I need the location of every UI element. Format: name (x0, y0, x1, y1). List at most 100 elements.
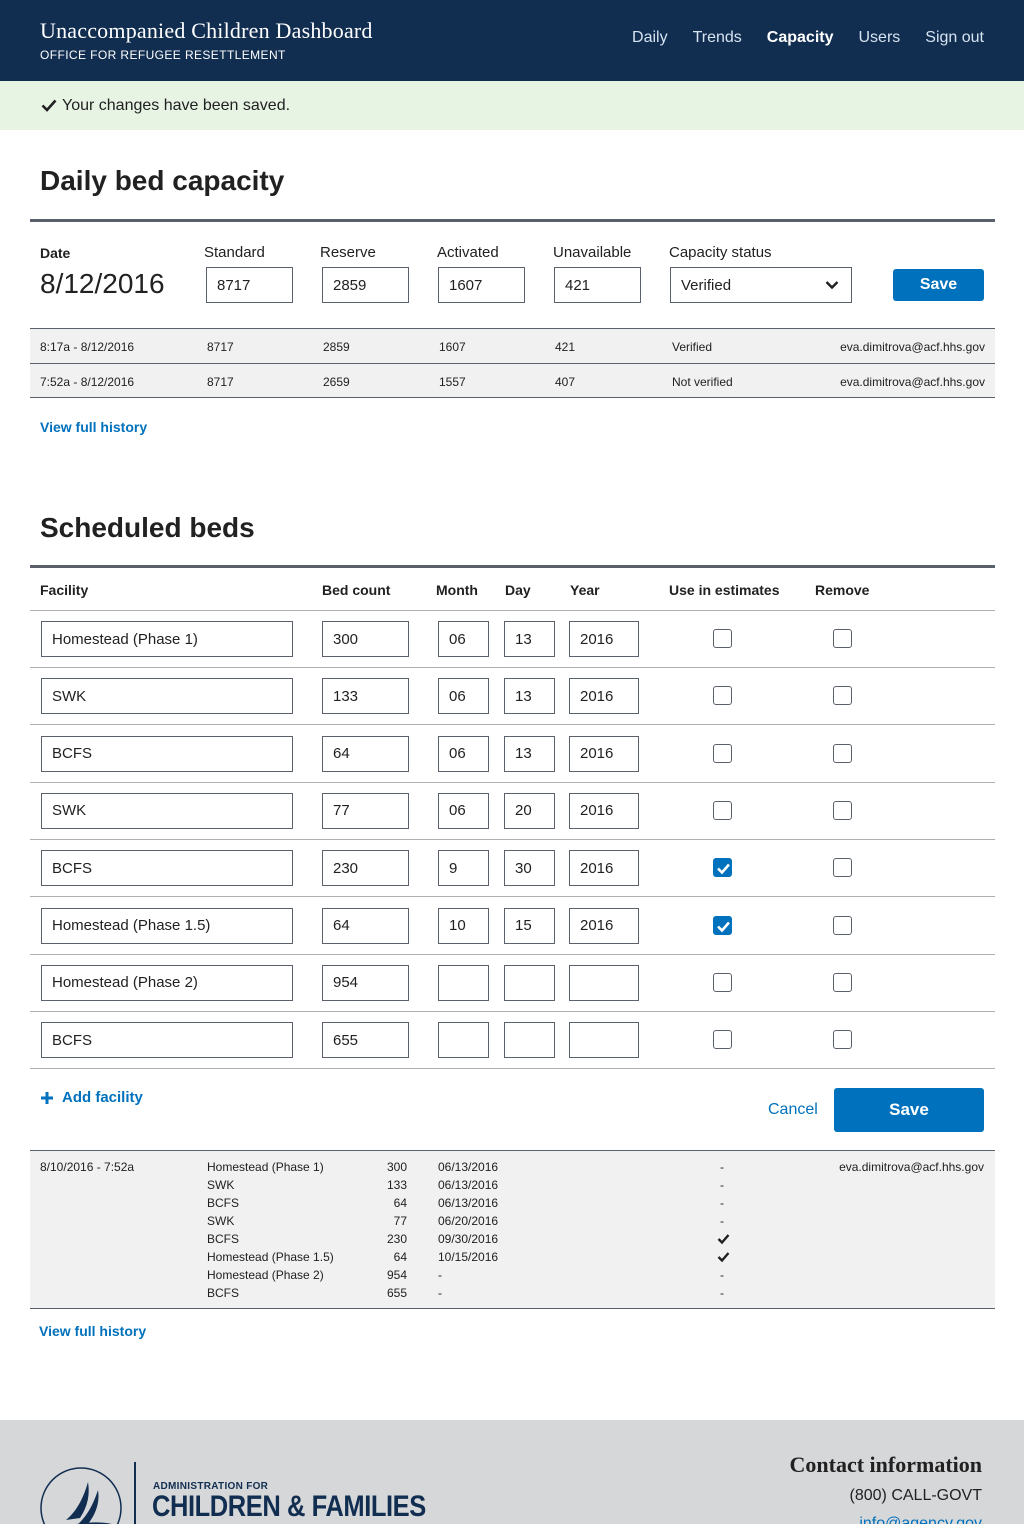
month-input[interactable]: 9 (438, 850, 489, 887)
day-input[interactable]: 15 (504, 907, 555, 944)
year-input[interactable] (569, 964, 639, 1001)
site-title[interactable]: Unaccompanied Children Dashboard (40, 18, 373, 44)
col-facility: Facility (40, 582, 89, 598)
row-divider (30, 781, 995, 783)
history-user: eva.dimitrova@acf.hhs.gov (840, 375, 985, 389)
bed-count-input[interactable]: 77 (322, 792, 409, 829)
col-bed-count: Bed count (322, 582, 391, 598)
bed-count-input[interactable]: 64 (322, 907, 409, 944)
bed-count-input[interactable]: 954 (322, 964, 409, 1001)
cancel-button[interactable]: Cancel (768, 1101, 818, 1119)
col-day: Day (505, 582, 531, 598)
use-in-estimates-checkbox[interactable] (713, 629, 732, 648)
contact-title: Contact information (789, 1452, 982, 1477)
bed-count-input[interactable]: 133 (322, 678, 409, 715)
year-input[interactable]: 2016 (569, 850, 639, 887)
history-beds: 300 (386, 1160, 407, 1174)
checkmark-icon (717, 1233, 730, 1248)
use-in-estimates-checkbox[interactable] (713, 858, 732, 878)
history-estimate: - (720, 1214, 724, 1228)
view-capacity-history-link[interactable]: View full history (40, 419, 147, 435)
bed-count-input[interactable]: 64 (322, 735, 409, 772)
bed-count-input[interactable]: 230 (322, 850, 409, 887)
use-in-estimates-checkbox[interactable] (713, 743, 732, 763)
bed-count-input[interactable]: 300 (322, 621, 409, 657)
facility-input[interactable]: BCFS (41, 735, 293, 772)
facility-input[interactable]: SWK (41, 792, 293, 829)
year-input[interactable]: 2016 (569, 678, 639, 715)
remove-checkbox[interactable] (833, 972, 852, 992)
nav-sign-out[interactable]: Sign out (925, 29, 984, 47)
history-entry: SWK 133 06/13/2016 - (30, 1178, 995, 1196)
remove-checkbox[interactable] (833, 1030, 852, 1050)
month-input[interactable]: 06 (438, 735, 489, 772)
remove-checkbox[interactable] (833, 629, 852, 648)
col-month: Month (436, 582, 478, 598)
add-facility-link[interactable]: Add facility (40, 1089, 143, 1106)
month-input[interactable]: 06 (438, 621, 489, 657)
month-input[interactable]: 06 (438, 678, 489, 715)
day-input[interactable]: 13 (504, 735, 555, 772)
nav-trends[interactable]: Trends (693, 29, 742, 47)
capacity-status-select[interactable]: Verified (670, 267, 852, 303)
day-input[interactable] (504, 964, 555, 1001)
activated-label: Activated (437, 244, 499, 261)
history-estimate: - (720, 1178, 724, 1192)
remove-checkbox[interactable] (833, 915, 852, 935)
month-input[interactable]: 06 (438, 792, 489, 829)
history-reserve: 2659 (323, 375, 350, 389)
remove-checkbox[interactable] (833, 800, 852, 820)
history-entry: BCFS 64 06/13/2016 - (30, 1196, 995, 1214)
year-input[interactable]: 2016 (569, 621, 639, 657)
remove-checkbox[interactable] (833, 743, 852, 763)
facility-input[interactable]: Homestead (Phase 2) (41, 964, 293, 1001)
activated-input[interactable]: 1607 (438, 267, 525, 303)
history-reserve: 2859 (323, 340, 350, 354)
facility-input[interactable]: Homestead (Phase 1) (41, 621, 293, 657)
history-facility: BCFS (207, 1286, 240, 1300)
month-input[interactable]: 10 (438, 907, 489, 944)
history-date: - (438, 1286, 442, 1300)
use-in-estimates-checkbox[interactable] (713, 686, 732, 706)
reserve-input[interactable]: 2859 (322, 267, 409, 303)
nav-users[interactable]: Users (859, 29, 901, 47)
add-facility-label: Add facility (62, 1089, 143, 1106)
day-input[interactable]: 30 (504, 850, 555, 887)
year-input[interactable]: 2016 (569, 735, 639, 772)
nav-capacity[interactable]: Capacity (767, 29, 834, 47)
day-input[interactable] (504, 1022, 555, 1059)
history-date: 06/20/2016 (438, 1214, 499, 1228)
save-scheduled-button[interactable]: Save (834, 1088, 984, 1132)
day-input[interactable]: 13 (504, 621, 555, 657)
row-divider (30, 896, 995, 898)
capacity-status-value: Verified (681, 276, 732, 294)
year-input[interactable]: 2016 (569, 907, 639, 944)
month-input[interactable] (438, 1022, 489, 1059)
history-date: 10/15/2016 (438, 1250, 499, 1264)
day-input[interactable]: 13 (504, 678, 555, 715)
day-input[interactable]: 20 (504, 792, 555, 829)
site-header: Unaccompanied Children Dashboard OFFICE … (0, 0, 1024, 81)
month-input[interactable] (438, 964, 489, 1001)
use-in-estimates-checkbox[interactable] (713, 1030, 732, 1050)
use-in-estimates-checkbox[interactable] (713, 915, 732, 935)
facility-input[interactable]: BCFS (41, 1022, 293, 1059)
facility-input[interactable]: SWK (41, 678, 293, 715)
section-rule (30, 219, 995, 222)
facility-input[interactable]: Homestead (Phase 1.5) (41, 907, 293, 944)
use-in-estimates-checkbox[interactable] (713, 972, 732, 992)
save-capacity-button[interactable]: Save (893, 269, 984, 301)
remove-checkbox[interactable] (833, 686, 852, 706)
bed-count-input[interactable]: 655 (322, 1022, 409, 1059)
remove-checkbox[interactable] (833, 858, 852, 878)
standard-input[interactable]: 8717 (206, 267, 293, 303)
view-scheduled-history-link[interactable]: View full history (39, 1323, 146, 1339)
history-unavailable: 421 (555, 340, 576, 354)
use-in-estimates-checkbox[interactable] (713, 800, 732, 820)
contact-email-link[interactable]: info@agency.gov (859, 1515, 982, 1524)
year-input[interactable]: 2016 (569, 792, 639, 829)
year-input[interactable] (569, 1022, 639, 1059)
unavailable-input[interactable]: 421 (554, 267, 641, 303)
facility-input[interactable]: BCFS (41, 850, 293, 887)
nav-daily[interactable]: Daily (632, 29, 668, 47)
